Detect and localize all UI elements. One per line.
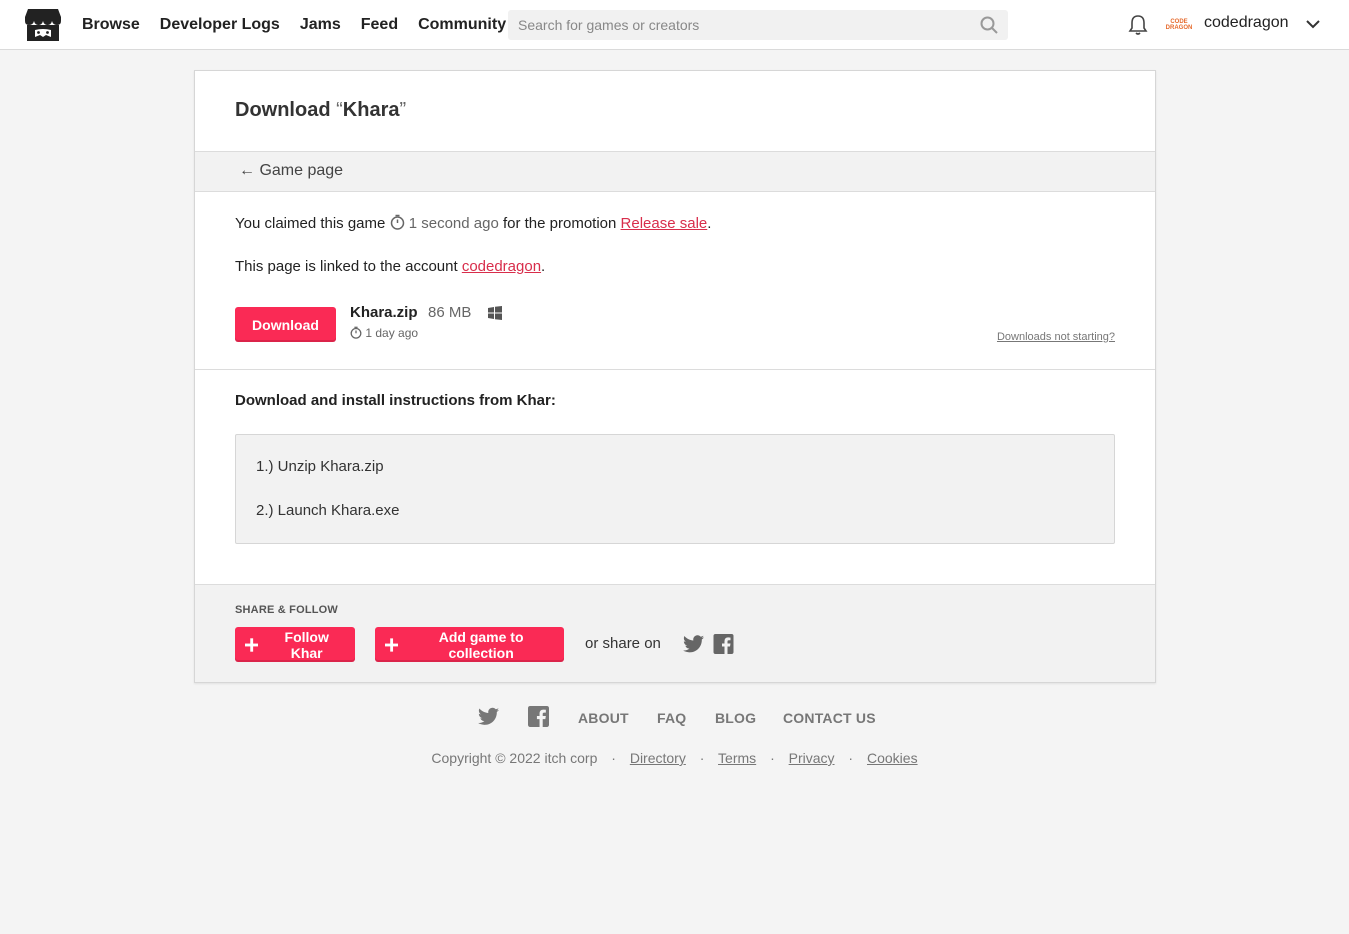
back-bar: ← Game page: [195, 151, 1155, 192]
chevron-down-icon[interactable]: [1305, 18, 1321, 30]
add-to-collection-button[interactable]: Add game to collection: [375, 627, 564, 662]
nav-jams[interactable]: Jams: [300, 16, 341, 34]
search-box: [508, 10, 1008, 40]
copyright-text: Copyright © 2022 itch corp: [431, 750, 598, 766]
footer-contact-link[interactable]: CONTACT US: [783, 710, 876, 726]
instructions-heading: Download and install instructions from K…: [235, 392, 556, 409]
footer-faq-link[interactable]: FAQ: [657, 710, 686, 726]
or-share-label: or share on: [585, 635, 661, 652]
nav-developer-logs[interactable]: Developer Logs: [160, 16, 280, 34]
promotion-link[interactable]: Release sale: [621, 215, 708, 232]
footer-privacy-link[interactable]: Privacy: [789, 750, 835, 766]
search-icon[interactable]: [980, 16, 998, 34]
itchio-logo-icon[interactable]: [24, 7, 62, 43]
footer-directory-link[interactable]: Directory: [630, 750, 686, 766]
stopwatch-icon: [350, 326, 362, 339]
footer-terms-link[interactable]: Terms: [718, 750, 756, 766]
game-page-link[interactable]: ← Game page: [239, 162, 343, 180]
footer-about-link[interactable]: ABOUT: [578, 710, 629, 726]
account-link[interactable]: codedragon: [462, 258, 541, 275]
footer-cookies-link[interactable]: Cookies: [867, 750, 918, 766]
twitter-icon[interactable]: [478, 706, 499, 727]
search-input[interactable]: [508, 10, 968, 40]
site-header: Browse Developer Logs Jams Feed Communit…: [0, 0, 1349, 50]
section-divider: [195, 369, 1155, 370]
instruction-step: 1.) Unzip Khara.zip: [256, 458, 384, 475]
share-follow-bar: SHARE & FOLLOW Follow Khar Add game to c…: [195, 584, 1155, 682]
instructions-box: 1.) Unzip Khara.zip 2.) Launch Khara.exe: [235, 434, 1115, 544]
facebook-icon[interactable]: [528, 706, 549, 727]
nav-community[interactable]: Community: [418, 16, 506, 34]
plus-icon: [245, 637, 259, 652]
twitter-icon[interactable]: [683, 634, 704, 654]
file-date: 1 day ago: [350, 326, 418, 340]
file-size: 86 MB: [428, 304, 472, 321]
share-follow-label: SHARE & FOLLOW: [235, 604, 339, 616]
claim-time: 1 second ago: [408, 215, 499, 232]
claim-notice: You claimed this game 1 second ago for t…: [235, 214, 712, 232]
linked-account-notice: This page is linked to the account coded…: [235, 258, 546, 275]
footer-blog-link[interactable]: BLOG: [715, 710, 756, 726]
downloads-not-starting-link[interactable]: Downloads not starting?: [997, 331, 1115, 343]
main-nav: Browse Developer Logs Jams Feed Communit…: [82, 0, 526, 50]
nav-browse[interactable]: Browse: [82, 16, 140, 34]
windows-icon: [488, 306, 502, 320]
footer-links: ABOUT FAQ BLOG CONTACT US: [0, 706, 1349, 730]
instruction-step: 2.) Launch Khara.exe: [256, 502, 400, 519]
download-button[interactable]: Download: [235, 307, 336, 342]
bell-icon[interactable]: [1128, 14, 1148, 36]
username[interactable]: codedragon: [1204, 14, 1289, 32]
follow-button[interactable]: Follow Khar: [235, 627, 355, 662]
facebook-icon[interactable]: [713, 634, 734, 654]
avatar[interactable]: CODE DRAGON: [1166, 12, 1193, 38]
copyright-line: Copyright © 2022 itch corp · Directory ·…: [431, 750, 918, 766]
file-name: Khara.zip: [350, 304, 418, 321]
stopwatch-icon: [390, 214, 404, 230]
plus-icon: [385, 637, 399, 652]
page-title: Download “Khara”: [235, 99, 407, 121]
nav-feed[interactable]: Feed: [361, 16, 398, 34]
download-card: Download “Khara” ← Game page You claimed…: [194, 70, 1156, 683]
